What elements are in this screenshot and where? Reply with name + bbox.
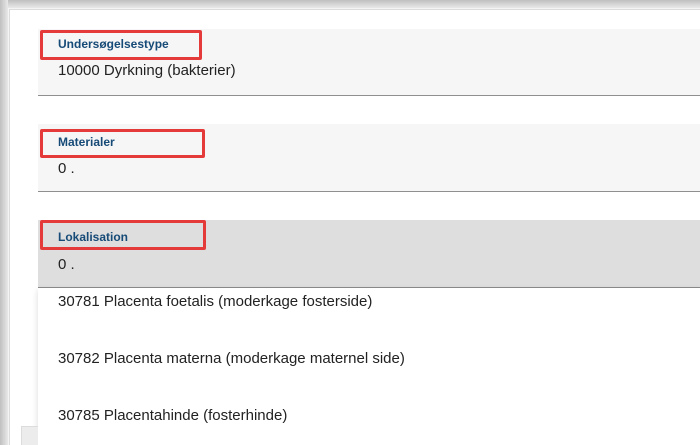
highlight-box-undersoegelsestype: [40, 30, 202, 60]
dropdown-option[interactable]: 30785 Placentahinde (fosterhinde): [38, 402, 700, 436]
bottom-left-corner-element: [21, 426, 38, 445]
dropdown-option-label: 30785 Placentahinde (fosterhinde): [58, 407, 288, 424]
window-shadow-top: [0, 0, 700, 8]
dropdown-option[interactable]: 30782 Placenta materna (moderkage matern…: [38, 345, 700, 379]
lokalisation-dropdown-list: 30781 Placenta foetalis (moderkage foste…: [38, 288, 700, 445]
highlight-box-materialer: [40, 129, 205, 158]
window-shadow-left: [0, 0, 8, 445]
field-value-lokalisation: 0 .: [58, 256, 75, 273]
dropdown-option-label: 30782 Placenta materna (moderkage matern…: [58, 350, 405, 367]
app-window: Undersøgelsestype 10000 Dyrkning (bakter…: [0, 0, 700, 445]
field-value-undersoegelsestype: 10000 Dyrkning (bakterier): [58, 62, 236, 79]
highlight-box-lokalisation: [40, 220, 206, 250]
dropdown-option-label: 30781 Placenta foetalis (moderkage foste…: [58, 293, 373, 310]
dropdown-option[interactable]: 30781 Placenta foetalis (moderkage foste…: [38, 288, 700, 322]
field-value-materialer: 0 .: [58, 160, 75, 177]
